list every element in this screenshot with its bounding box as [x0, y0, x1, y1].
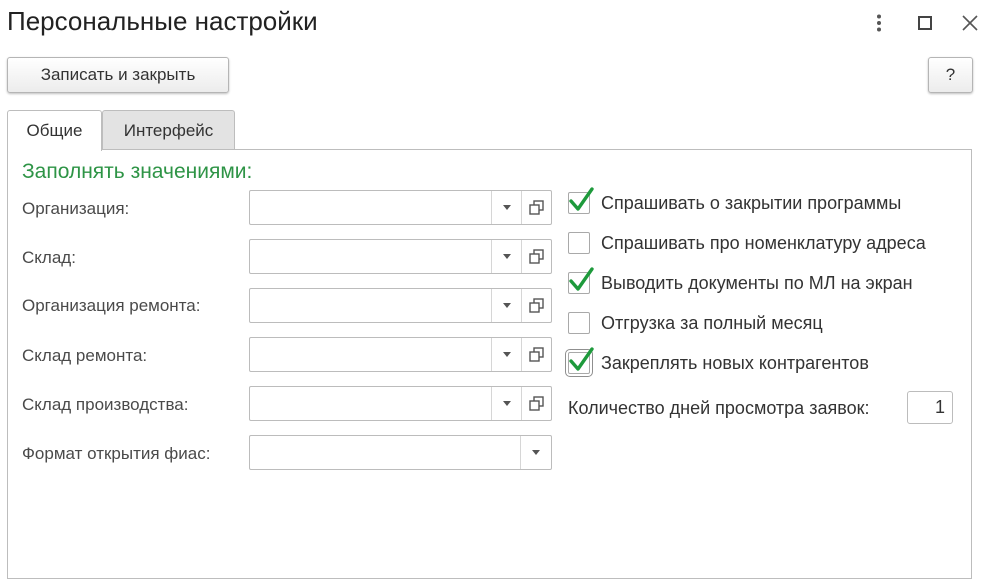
production-warehouse-open-button[interactable]: [521, 387, 551, 420]
production-warehouse-dropdown-button[interactable]: [491, 387, 522, 420]
close-icon[interactable]: [957, 10, 983, 36]
field-label-repair-organization: Организация ремонта:: [22, 296, 201, 315]
fias-format-select[interactable]: [249, 435, 552, 470]
open-form-icon: [529, 200, 544, 215]
chevron-down-icon: [532, 450, 540, 455]
warehouse-input[interactable]: [249, 239, 552, 274]
warehouse-dropdown-button[interactable]: [491, 240, 522, 273]
section-title: Заполнять значениями:: [22, 160, 253, 183]
repair-organization-input[interactable]: [249, 288, 552, 323]
repair-warehouse-dropdown-button[interactable]: [491, 338, 522, 371]
chevron-down-icon: [503, 254, 511, 259]
organization-dropdown-button[interactable]: [491, 191, 522, 224]
chevron-down-icon: [503, 303, 511, 308]
days-view-label: Количество дней просмотра заявок:: [568, 398, 870, 418]
field-label-warehouse: Склад:: [22, 248, 76, 267]
open-form-icon: [529, 347, 544, 362]
window-title: Персональные настройки: [7, 6, 318, 36]
ask-address-nomenclature-label: Спрашивать про номенклатуру адреса: [601, 233, 926, 253]
chevron-down-icon: [503, 401, 511, 406]
show-ml-documents-label: Выводить документы по МЛ на экран: [601, 273, 913, 293]
show-ml-documents-checkbox[interactable]: [568, 267, 594, 294]
field-label-organization: Организация:: [22, 199, 130, 218]
days-view-input[interactable]: 1: [907, 391, 953, 424]
tab-interface[interactable]: Интерфейс: [102, 110, 235, 150]
warehouse-open-button[interactable]: [521, 240, 551, 273]
fias-format-dropdown-button[interactable]: [520, 436, 551, 469]
repair-organization-open-button[interactable]: [521, 289, 551, 322]
tab-general-label: Общие: [26, 121, 83, 140]
assign-new-counterparties-checkbox[interactable]: [565, 347, 594, 377]
open-form-icon: [529, 249, 544, 264]
more-vertical-icon[interactable]: [866, 10, 892, 36]
field-label-fias-format: Формат открытия фиас:: [22, 444, 211, 463]
repair-warehouse-open-button[interactable]: [521, 338, 551, 371]
tab-interface-label: Интерфейс: [123, 120, 214, 140]
checkmark-icon: [569, 347, 594, 371]
field-label-repair-warehouse: Склад ремонта:: [22, 346, 148, 365]
checkmark-icon: [569, 267, 594, 291]
organization-open-button[interactable]: [521, 191, 551, 224]
repair-organization-dropdown-button[interactable]: [491, 289, 522, 322]
production-warehouse-input[interactable]: [249, 386, 552, 421]
ask-close-program-label: Спрашивать о закрытии программы: [601, 193, 902, 213]
assign-new-counterparties-label: Закреплять новых контрагентов: [601, 353, 869, 373]
full-month-shipment-checkbox[interactable]: [568, 312, 590, 334]
save-and-close-button[interactable]: Записать и закрыть: [7, 57, 229, 93]
tab-general[interactable]: Общие: [7, 110, 102, 151]
ask-address-nomenclature-checkbox[interactable]: [568, 232, 590, 254]
checkmark-icon: [569, 187, 594, 211]
field-label-production-warehouse: Склад производства:: [22, 395, 189, 414]
ask-close-program-checkbox[interactable]: [568, 187, 594, 214]
organization-input[interactable]: [249, 190, 552, 225]
open-form-icon: [529, 298, 544, 313]
save-and-close-label: Записать и закрыть: [40, 65, 196, 84]
chevron-down-icon: [503, 205, 511, 210]
repair-warehouse-input[interactable]: [249, 337, 552, 372]
open-form-icon: [529, 396, 544, 411]
full-month-shipment-label: Отгрузка за полный месяц: [601, 313, 823, 333]
chevron-down-icon: [503, 352, 511, 357]
maximize-icon[interactable]: [912, 10, 938, 36]
help-button[interactable]: ?: [928, 57, 973, 93]
help-label: ?: [945, 65, 956, 84]
